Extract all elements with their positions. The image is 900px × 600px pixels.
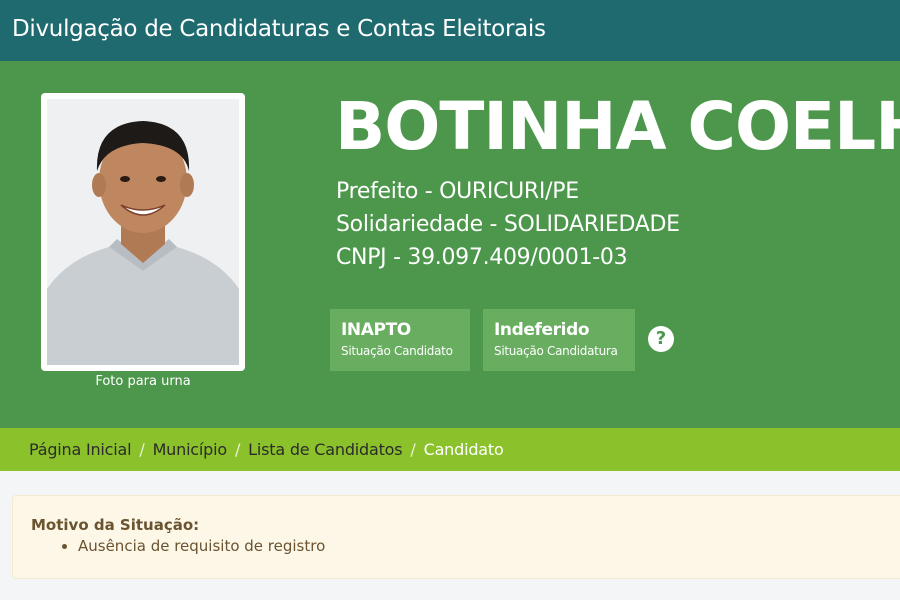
candidate-status-card: INAPTO Situação Candidato (330, 309, 470, 371)
help-icon[interactable]: ? (648, 326, 674, 352)
breadcrumb-separator: / (410, 440, 416, 459)
candidacy-status-label: Situação Candidatura (494, 344, 618, 358)
app-title: Divulgação de Candidaturas e Contas Elei… (12, 16, 546, 42)
situation-notice: Motivo da Situação: Ausência de requisit… (12, 495, 900, 579)
notice-reason-item: Ausência de requisito de registro (78, 537, 893, 555)
candidacy-status-value: Indeferido (494, 320, 590, 340)
candidate-photo-frame (41, 93, 245, 371)
breadcrumb-current-candidate: Candidato (423, 440, 504, 459)
breadcrumb-candidate-list[interactable]: Lista de Candidatos (248, 440, 402, 459)
notice-reasons-list: Ausência de requisito de registro (78, 537, 893, 555)
breadcrumb: Página Inicial / Município / Lista de Ca… (0, 428, 900, 471)
candidate-photo[interactable] (47, 99, 239, 365)
candidacy-status-card: Indeferido Situação Candidatura (483, 309, 635, 371)
candidate-status-value: INAPTO (341, 320, 411, 340)
notice-title: Motivo da Situação: (31, 516, 200, 534)
candidate-hero: Foto para urna BOTINHA COELHO Prefeito -… (0, 61, 900, 428)
photo-caption: Foto para urna (95, 374, 191, 389)
candidate-party: Solidariedade - SOLIDARIEDADE (336, 212, 680, 237)
candidate-status-label: Situação Candidato (341, 344, 453, 358)
candidate-portrait (47, 99, 239, 365)
candidate-name: BOTINHA COELHO (335, 88, 900, 165)
breadcrumb-home[interactable]: Página Inicial (29, 440, 132, 459)
breadcrumb-separator: / (139, 440, 145, 459)
top-bar: Divulgação de Candidaturas e Contas Elei… (0, 0, 900, 61)
candidate-cnpj: CNPJ - 39.097.409/0001-03 (336, 245, 628, 270)
breadcrumb-municipality[interactable]: Município (153, 440, 228, 459)
candidate-office: Prefeito - OURICURI/PE (336, 179, 579, 204)
breadcrumb-separator: / (234, 440, 241, 459)
